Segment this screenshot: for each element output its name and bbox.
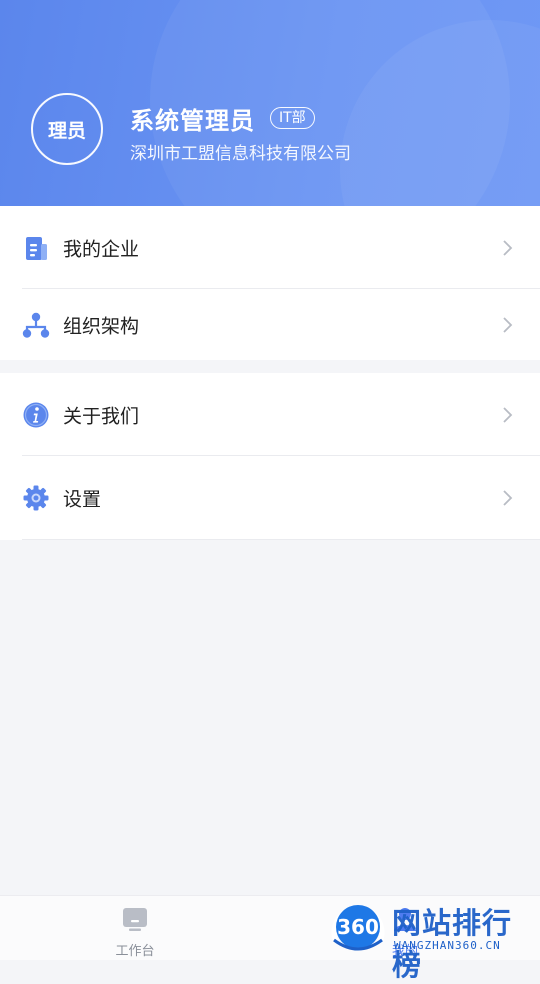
watermark: 360 网站排行榜 WANGZHAN360.CN [328, 896, 540, 982]
chevron-right-icon [503, 317, 513, 333]
tab-label: 工作台 [115, 944, 155, 959]
chevron-right-icon [503, 240, 513, 256]
gear-icon [23, 485, 49, 511]
chevron-right-icon [503, 407, 513, 423]
menu-group-general: 关于我们 设置 [0, 373, 540, 540]
chevron-right-icon [503, 490, 513, 506]
avatar[interactable]: 理员 [31, 93, 103, 165]
watermark-subtitle: WANGZHAN360.CN [394, 939, 501, 952]
menu-item-org-structure[interactable]: 组织架构 [0, 285, 540, 365]
menu-item-settings[interactable]: 设置 [0, 458, 540, 538]
user-name: 系统管理员 [130, 107, 255, 135]
company-name: 深圳市工盟信息科技有限公司 [130, 144, 351, 164]
watermark-logo: 360 [331, 905, 385, 951]
profile-header: 理员 系统管理员 IT部 深圳市工盟信息科技有限公司 [0, 0, 540, 206]
menu-item-label: 设置 [63, 488, 102, 511]
tab-workbench[interactable]: 工作台 [0, 896, 270, 961]
divider [22, 455, 540, 456]
info-icon [23, 402, 49, 428]
enterprise-icon [26, 237, 47, 260]
menu-item-label: 组织架构 [63, 315, 140, 338]
workbench-icon [123, 908, 147, 931]
menu-item-label: 关于我们 [63, 405, 140, 428]
org-structure-icon [22, 312, 50, 338]
menu-item-label: 我的企业 [63, 238, 140, 261]
menu-group-enterprise: 我的企业 组织架构 [0, 206, 540, 360]
menu-item-my-enterprise[interactable]: 我的企业 [0, 208, 540, 288]
menu-item-about-us[interactable]: 关于我们 [0, 375, 540, 455]
divider [22, 539, 540, 540]
department-badge: IT部 [270, 107, 315, 129]
watermark-logo-text: 360 [337, 915, 379, 939]
